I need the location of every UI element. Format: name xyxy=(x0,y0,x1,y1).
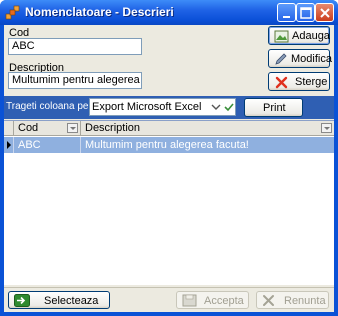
app-window: Nomenclatoare - Descrieri Cod ABC Descri… xyxy=(0,0,338,316)
close-icon xyxy=(320,8,330,18)
export-bar: Trageti coloana pent Export Microsoft Ex… xyxy=(4,96,334,119)
filter-dropdown-icon xyxy=(324,127,330,130)
column-header-description[interactable]: Description xyxy=(82,121,140,136)
export-format-value: Export Microsoft Excel xyxy=(92,101,202,113)
column-filter-description[interactable] xyxy=(321,123,332,133)
minimize-icon xyxy=(283,16,290,18)
add-icon xyxy=(274,30,289,43)
cancel-icon xyxy=(263,295,274,306)
client-area: Cod ABC Description Multumim pentru aleg… xyxy=(4,25,334,312)
cell-cod: ABC xyxy=(18,139,41,151)
save-icon xyxy=(182,294,197,307)
edit-button[interactable]: Modifica xyxy=(268,49,332,68)
add-button[interactable]: Adauga xyxy=(268,26,330,45)
header-separator xyxy=(80,121,81,136)
app-icon xyxy=(5,5,20,20)
window-title: Nomenclatoare - Descrieri xyxy=(25,5,174,19)
grid-header: Cod Description xyxy=(4,121,334,136)
chevron-down-icon[interactable] xyxy=(211,102,221,112)
export-format-select[interactable]: Export Microsoft Excel xyxy=(89,98,236,116)
minimize-button[interactable] xyxy=(277,3,296,22)
cancel-button[interactable]: Renunta xyxy=(256,291,329,309)
column-header-cod[interactable]: Cod xyxy=(15,121,38,136)
maximize-button[interactable] xyxy=(296,3,315,22)
title-bar[interactable]: Nomenclatoare - Descrieri xyxy=(0,0,338,25)
select-icon xyxy=(14,294,30,307)
table-row[interactable]: ABC Multumim pentru alegerea facuta! xyxy=(4,137,334,153)
row-separator xyxy=(80,137,81,153)
cell-description: Multumim pentru alegerea facuta! xyxy=(85,139,249,151)
maximize-icon xyxy=(300,7,312,19)
description-input[interactable]: Multumim pentru alegerea facuta! xyxy=(8,72,142,89)
header-separator xyxy=(13,121,14,136)
row-pointer-icon xyxy=(7,141,11,149)
delete-icon xyxy=(275,76,288,89)
filter-dropdown-icon xyxy=(70,127,76,130)
data-grid: Cod Description ABC Multumim pentru aleg… xyxy=(4,120,334,285)
print-button[interactable]: Print xyxy=(244,98,303,117)
group-hint-label: Trageti coloana pent xyxy=(6,101,90,112)
cod-input[interactable]: ABC xyxy=(8,38,142,55)
pencil-icon xyxy=(275,53,287,65)
accept-button[interactable]: Accepta xyxy=(176,291,249,309)
select-button[interactable]: Selecteaza xyxy=(8,291,110,309)
column-filter-cod[interactable] xyxy=(67,123,78,133)
close-button[interactable] xyxy=(315,3,334,22)
delete-button[interactable]: Sterge xyxy=(268,72,330,91)
footer-divider xyxy=(4,287,334,288)
check-icon[interactable] xyxy=(224,102,234,112)
row-separator xyxy=(13,137,14,153)
